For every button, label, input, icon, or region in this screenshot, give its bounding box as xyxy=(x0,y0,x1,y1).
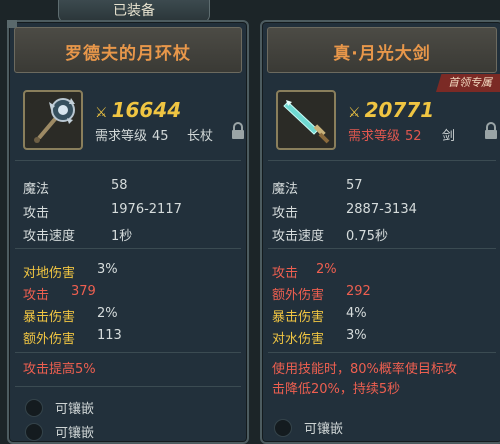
stat-value: 1976-2117 xyxy=(111,202,182,217)
bonus-name: 攻击 xyxy=(272,266,299,281)
special-effect: 使用技能时，80%概率使目标攻 击降低20%，持续5秒 xyxy=(272,360,457,400)
combat-power: ⚔ 20771 xyxy=(348,98,434,122)
bonus-value: 2% xyxy=(316,262,337,277)
bonus-value: 4% xyxy=(346,306,367,321)
bonus-name: 攻击 xyxy=(23,288,50,303)
special-effect-line: 击降低20%，持续5秒 xyxy=(272,382,401,397)
required-level: 需求等级 45 xyxy=(95,125,169,144)
bonus-value: 292 xyxy=(346,284,371,299)
boss-exclusive-badge: 首领专属 xyxy=(436,74,500,92)
required-level-label: 需求等级 xyxy=(348,129,401,144)
divider xyxy=(15,248,241,249)
bonus-name: 暴击伤害 xyxy=(272,310,325,325)
bonus-value: 3% xyxy=(97,262,118,277)
bonus-name: 对地伤害 xyxy=(23,266,76,281)
bonus-value: 3% xyxy=(346,328,367,343)
required-level: 需求等级 52 xyxy=(348,125,422,144)
socket-label: 可镶嵌 xyxy=(55,426,95,441)
crossed-weapons-icon: ⚔ xyxy=(348,105,361,121)
lock-icon[interactable] xyxy=(231,122,245,140)
divider xyxy=(15,386,241,387)
required-level-value: 52 xyxy=(405,129,422,144)
stat-value: 57 xyxy=(346,178,363,193)
sword-icon[interactable] xyxy=(276,90,336,150)
item-name: 真·月光大剑 xyxy=(333,44,431,64)
divider xyxy=(268,160,496,161)
staff-icon[interactable] xyxy=(23,90,83,150)
bonus-name: 暴击伤害 xyxy=(23,310,76,325)
item-name-header: 真·月光大剑 xyxy=(267,27,497,73)
stat-value: 1秒 xyxy=(111,229,133,244)
stat-name: 攻击速度 xyxy=(23,229,76,244)
bonus-value: 2% xyxy=(97,306,118,321)
item-name: 罗德夫的月环杖 xyxy=(65,44,191,64)
stat-value: 2887-3134 xyxy=(346,202,417,217)
lock-icon[interactable] xyxy=(484,122,498,140)
divider xyxy=(268,248,496,249)
stat-name: 魔法 xyxy=(272,182,299,197)
equipped-item-panel: 罗德夫的月环杖 ⚔ 16644 需求等级 45 长杖 魔法 58 攻击 1976-2… xyxy=(7,20,249,444)
crossed-weapons-icon: ⚔ xyxy=(95,105,108,121)
divider xyxy=(15,160,241,161)
combat-power: ⚔ 16644 xyxy=(95,98,181,122)
socket-label: 可镶嵌 xyxy=(55,402,95,417)
special-effect: 攻击提高5% xyxy=(23,362,96,377)
bonus-name: 对水伤害 xyxy=(272,332,325,347)
stat-name: 魔法 xyxy=(23,182,50,197)
stat-name: 攻击 xyxy=(23,206,50,221)
bonus-name: 额外伤害 xyxy=(272,288,325,303)
socket-label: 可镶嵌 xyxy=(304,422,344,437)
power-value: 16644 xyxy=(111,98,182,122)
compare-item-panel: 真·月光大剑 首领专属 ⚔ 20771 需求等级 52 剑 魔法 57 攻击 288… xyxy=(260,20,500,444)
weapon-type: 剑 xyxy=(442,129,456,144)
stat-name: 攻击 xyxy=(272,206,299,221)
stat-name: 攻击速度 xyxy=(272,229,325,244)
special-effect-line: 使用技能时，80%概率使目标攻 xyxy=(272,362,457,377)
item-name-header: 罗德夫的月环杖 xyxy=(14,27,242,73)
socket-icon xyxy=(274,419,292,437)
bonus-value: 379 xyxy=(71,284,96,299)
socket-icon xyxy=(25,399,43,417)
power-value: 20771 xyxy=(364,98,435,122)
divider xyxy=(15,352,241,353)
required-level-value: 45 xyxy=(152,129,169,144)
divider xyxy=(268,352,496,353)
stat-value: 0.75秒 xyxy=(346,229,388,244)
required-level-label: 需求等级 xyxy=(95,129,148,144)
socket-icon xyxy=(25,423,43,441)
weapon-type: 长杖 xyxy=(187,129,214,144)
stat-value: 58 xyxy=(111,178,128,193)
bonus-name: 额外伤害 xyxy=(23,332,76,347)
bonus-value: 113 xyxy=(97,328,122,343)
